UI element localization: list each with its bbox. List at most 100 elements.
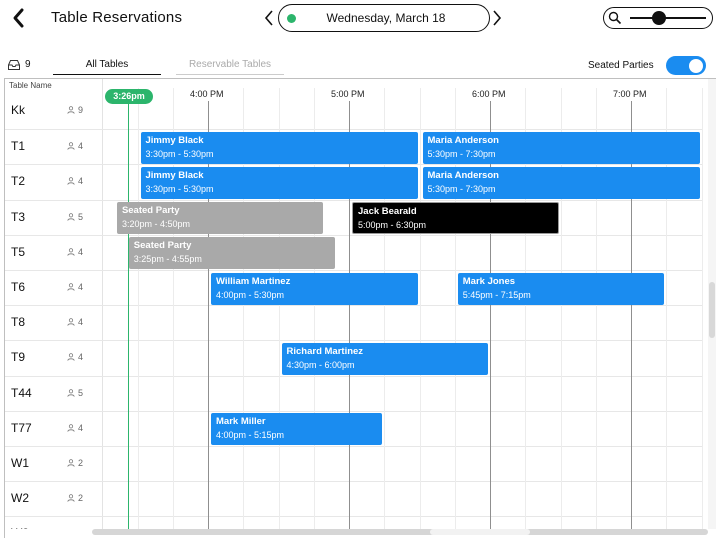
hour-gridline bbox=[349, 101, 350, 529]
reservation-block[interactable]: Jimmy Black 3:30pm - 5:30pm bbox=[140, 166, 418, 199]
reservation-block[interactable]: Jack Bearald 5:00pm - 6:30pm bbox=[352, 202, 559, 235]
person-icon bbox=[67, 459, 75, 467]
table-capacity: 4 bbox=[67, 282, 83, 292]
reservation-block[interactable]: William Martinez 4:00pm - 5:30pm bbox=[211, 272, 418, 305]
current-time-line bbox=[128, 103, 130, 529]
person-icon bbox=[67, 142, 75, 150]
reservation-block[interactable]: Jimmy Black 3:30pm - 5:30pm bbox=[140, 131, 418, 164]
table-capacity: 4 bbox=[67, 176, 83, 186]
chevron-left-icon bbox=[13, 8, 24, 28]
table-name: T44 bbox=[11, 385, 32, 400]
reservation-time-range: 4:30pm - 6:00pm bbox=[286, 359, 355, 370]
reservation-time-range: 3:20pm - 4:50pm bbox=[121, 219, 190, 230]
back-button[interactable] bbox=[8, 4, 30, 32]
table-capacity-value: 4 bbox=[78, 317, 84, 328]
person-icon bbox=[67, 283, 75, 291]
table-capacity: 5 bbox=[67, 212, 83, 222]
reservation-guest-name: Mark Miller bbox=[216, 416, 266, 428]
table-name: T8 bbox=[11, 315, 26, 330]
hour-label: 5:00 PM bbox=[331, 89, 365, 99]
hour-gridline bbox=[490, 101, 491, 529]
next-day-button[interactable] bbox=[490, 8, 504, 28]
hour-label: 4:00 PM bbox=[190, 89, 224, 99]
reservation-guest-name: Seated Party bbox=[121, 205, 180, 217]
tab-all-tables[interactable]: All Tables bbox=[53, 59, 161, 75]
selected-date: Wednesday, March 18 bbox=[326, 11, 446, 25]
horizontal-scrollbar[interactable] bbox=[92, 529, 708, 535]
table-row: T44 5 bbox=[5, 375, 703, 411]
reservation-block[interactable]: Mark Miller 4:00pm - 5:15pm bbox=[211, 413, 383, 446]
table-name: W2 bbox=[11, 491, 29, 506]
tray-icon bbox=[8, 60, 20, 70]
chevron-left-icon bbox=[264, 10, 273, 26]
previous-day-button[interactable] bbox=[262, 8, 276, 28]
zoom-slider-thumb[interactable] bbox=[651, 11, 666, 25]
reservation-guest-name: William Martinez bbox=[216, 275, 291, 287]
table-capacity: 4 bbox=[67, 141, 83, 151]
seated-parties-toggle[interactable] bbox=[666, 56, 706, 75]
table-capacity: 5 bbox=[67, 388, 83, 398]
table-name: T3 bbox=[11, 209, 26, 224]
reservation-block[interactable]: Mark Jones 5:45pm - 7:15pm bbox=[457, 272, 665, 305]
reservation-block[interactable]: Maria Anderson 5:30pm - 7:30pm bbox=[422, 166, 700, 199]
reservation-guest-name: Jack Bearald bbox=[358, 206, 417, 218]
table-row: W1 2 bbox=[5, 446, 703, 481]
table-capacity-value: 2 bbox=[78, 528, 83, 529]
person-icon bbox=[67, 353, 75, 362]
reservation-time-range: 3:25pm - 4:55pm bbox=[133, 254, 202, 265]
table-row: W2 2 bbox=[5, 481, 703, 516]
table-name: T77 bbox=[11, 420, 32, 435]
reservation-block[interactable]: Maria Anderson 5:30pm - 7:30pm bbox=[422, 131, 700, 164]
table-capacity-value: 5 bbox=[78, 211, 84, 222]
reservation-block[interactable]: Seated Party 3:20pm - 4:50pm bbox=[116, 202, 324, 235]
table-row: T5 4 bbox=[5, 234, 703, 270]
table-capacity: 4 bbox=[67, 423, 83, 433]
reservation-guest-name: Richard Martinez bbox=[286, 345, 364, 357]
tab-reservable-tables[interactable]: Reservable Tables bbox=[176, 59, 284, 75]
reservation-block[interactable]: Seated Party 3:25pm - 4:55pm bbox=[128, 237, 336, 270]
reservation-guest-name: Maria Anderson bbox=[427, 134, 499, 146]
person-icon bbox=[67, 177, 75, 186]
table-capacity-value: 4 bbox=[78, 246, 84, 257]
vertical-scrollbar-thumb[interactable] bbox=[709, 282, 715, 338]
table-name: T5 bbox=[11, 244, 26, 259]
person-icon bbox=[67, 423, 75, 432]
search-icon bbox=[608, 11, 622, 25]
reservation-time-range: 5:30pm - 7:30pm bbox=[427, 183, 496, 194]
person-icon bbox=[67, 388, 75, 397]
toggle-knob bbox=[689, 58, 703, 73]
reservation-guest-name: Seated Party bbox=[133, 240, 192, 252]
table-name: T2 bbox=[11, 174, 26, 189]
table-capacity-value: 4 bbox=[78, 422, 84, 433]
person-icon bbox=[67, 212, 75, 221]
hour-gridline bbox=[208, 101, 209, 529]
table-name: W1 bbox=[11, 456, 29, 470]
reservation-block[interactable]: Richard Martinez 4:30pm - 6:00pm bbox=[281, 342, 488, 375]
horizontal-scrollbar-thumb[interactable] bbox=[430, 529, 530, 535]
quarter-hour-gridline bbox=[701, 88, 703, 529]
table-capacity: 4 bbox=[67, 247, 83, 257]
table-capacity: 2 bbox=[67, 458, 83, 468]
table-name-column-header: Table Name bbox=[9, 81, 52, 90]
hour-label: 6:00 PM bbox=[472, 89, 506, 99]
table-capacity-value: 4 bbox=[78, 282, 84, 292]
table-row: W3 2 bbox=[5, 516, 703, 529]
table-capacity: 4 bbox=[67, 317, 83, 327]
table-capacity-value: 2 bbox=[78, 493, 84, 504]
table-name: T6 bbox=[11, 280, 26, 294]
table-reservations-screen: Table Reservations Wednesday, March 18 9… bbox=[0, 0, 720, 540]
date-selector[interactable]: Wednesday, March 18 bbox=[278, 4, 490, 32]
table-capacity: 9 bbox=[67, 105, 83, 115]
reservation-time-range: 3:30pm - 5:30pm bbox=[145, 183, 214, 194]
reservation-time-range: 4:00pm - 5:15pm bbox=[216, 430, 285, 441]
quarter-hour-gridline bbox=[419, 88, 421, 529]
reservation-time-range: 5:30pm - 7:30pm bbox=[427, 148, 496, 159]
quarter-hour-gridline bbox=[137, 88, 139, 529]
hour-gridline bbox=[631, 101, 632, 529]
table-name: W3 bbox=[11, 526, 29, 529]
reservation-guest-name: Jimmy Black bbox=[145, 169, 204, 181]
table-capacity-value: 2 bbox=[78, 458, 84, 468]
reservation-guest-name: Jimmy Black bbox=[145, 134, 204, 146]
person-icon bbox=[67, 494, 75, 502]
zoom-slider[interactable] bbox=[630, 11, 706, 25]
